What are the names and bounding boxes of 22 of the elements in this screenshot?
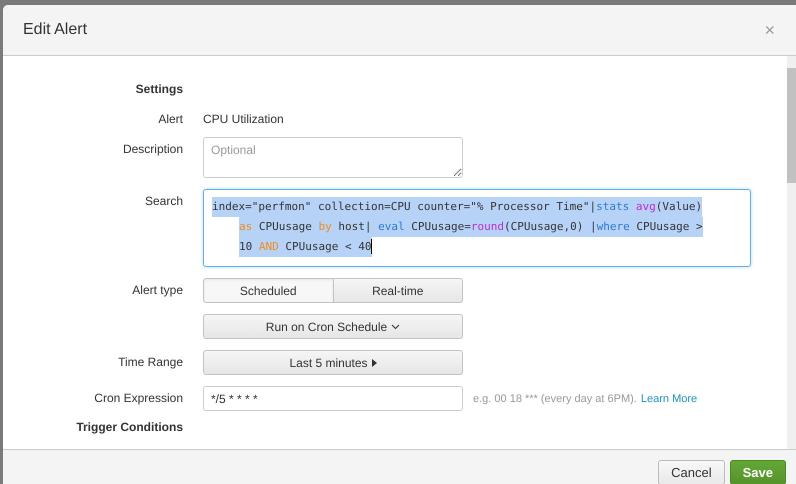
field-label: Cron Expression [93,390,183,405]
alert-name: CPU Utilization [203,111,285,126]
field-label: Alert type [131,282,183,297]
scrollbar[interactable] [787,56,796,449]
field-label: Description [122,141,183,156]
schedule-dropdown[interactable]: Run on Cron Schedule [203,314,463,339]
help-text: e.g. 00 18 *** (every day at 6PM). [473,392,637,404]
field-label: Time Range [117,354,183,369]
description-field[interactable]: Optional [203,137,463,178]
section-heading: Trigger Conditions [75,420,183,434]
search-editor[interactable]: index="perfmon" collection=CPU counter="% Processor Time"|stats avg(Value) as CPUusage by host| eval CPUusage=round(CPUusage,0) |where CPUusage > 10 AND CPUusage < 40 [203,189,751,267]
cron-input[interactable]: */5 * * * * [203,386,463,411]
alert-type-option[interactable]: Real-time [334,278,463,303]
alert-type-option[interactable]: Scheduled [203,278,334,303]
caret-right-icon [372,358,377,366]
dialog-title: Edit Alert [23,21,88,39]
section-heading: Settings [134,82,183,96]
field-label: Search [144,193,183,208]
chevron-down-icon [391,324,400,330]
field-label: Alert [157,111,183,126]
time-range-picker[interactable]: Last 5 minutes [203,350,463,375]
cancel-button[interactable]: Cancel [658,460,725,484]
